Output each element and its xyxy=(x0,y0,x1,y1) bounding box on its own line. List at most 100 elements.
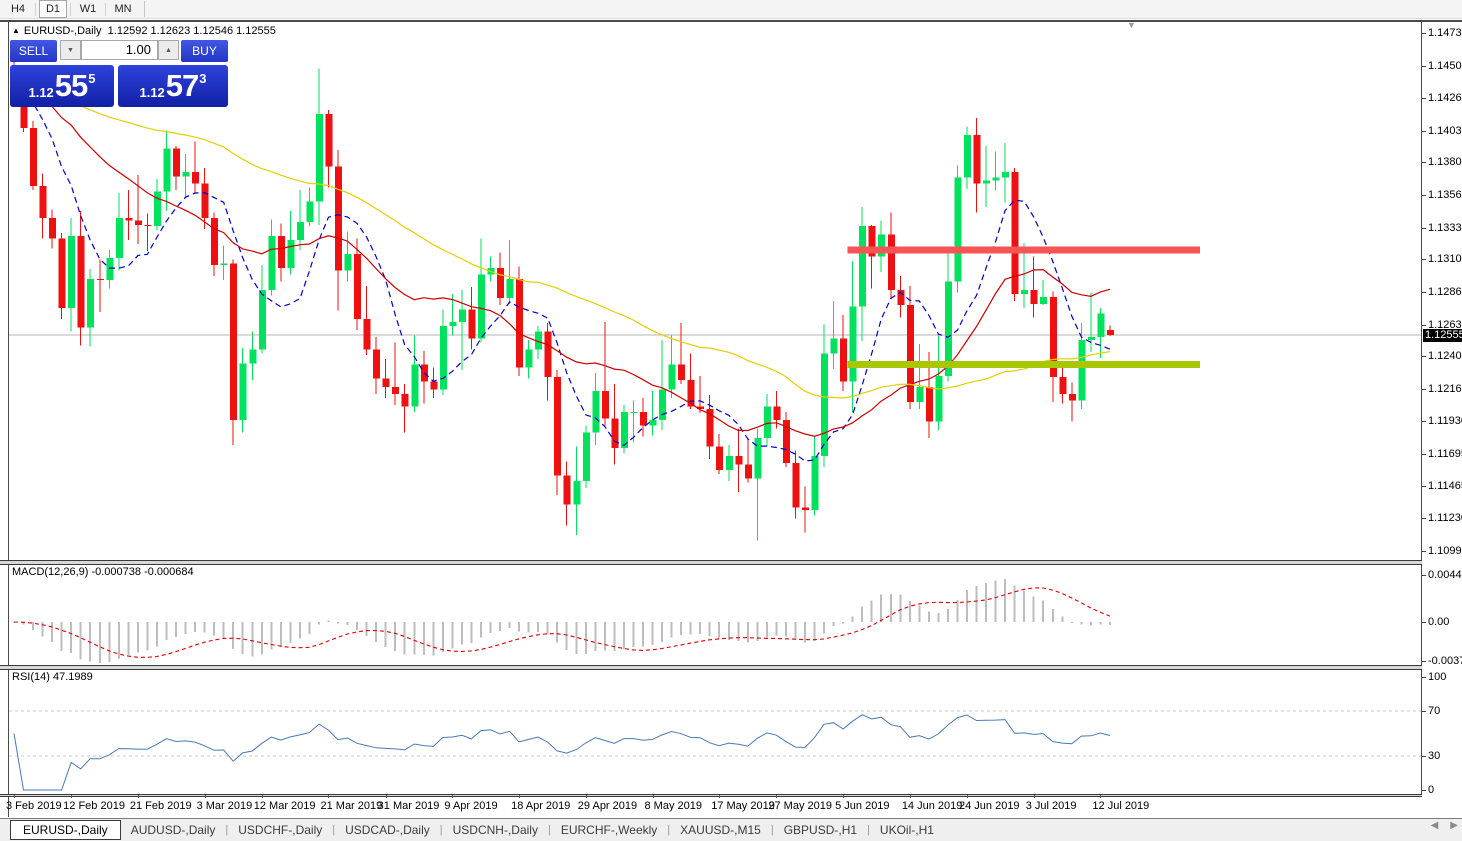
macd-histogram-bar xyxy=(956,600,958,622)
sell-price-display[interactable]: 1.12 55 5 xyxy=(10,65,114,107)
macd-histogram-bar xyxy=(890,594,892,622)
macd-histogram-bar xyxy=(642,622,644,646)
macd-histogram-bar xyxy=(1033,596,1035,622)
macd-histogram-bar xyxy=(1061,617,1063,622)
candle-body xyxy=(974,135,981,183)
volume-decrease-button[interactable]: ▼ xyxy=(60,40,81,60)
macd-histogram-bar xyxy=(204,622,206,632)
price-tick-mark xyxy=(1422,356,1426,357)
volume-input[interactable]: 1.00 xyxy=(81,40,158,60)
tab-eurusd-daily[interactable]: EURUSD-,Daily xyxy=(10,820,121,840)
time-tick-mark xyxy=(328,795,329,798)
macd-histogram-bar xyxy=(575,622,577,654)
tab-scroll-right-icon[interactable]: ▶ xyxy=(1450,820,1458,831)
candle-body xyxy=(306,201,313,222)
macd-histogram-bar xyxy=(413,622,415,654)
candle-body xyxy=(907,305,914,402)
time-tick-label: 3 Jul 2019 xyxy=(1026,800,1077,812)
macd-histogram-bar xyxy=(775,622,777,636)
candle-body xyxy=(611,419,618,448)
macd-histogram-bar xyxy=(80,622,82,660)
candle-body xyxy=(202,183,209,218)
macd-histogram-bar xyxy=(213,622,215,636)
buy-button[interactable]: BUY xyxy=(181,40,228,62)
sell-price-pip: 5 xyxy=(88,71,95,86)
tab-ukoil-h1[interactable]: UKOil-,H1 xyxy=(870,821,944,839)
price-tick-mark xyxy=(1422,131,1426,132)
candle-body xyxy=(659,390,666,420)
candle-body xyxy=(97,279,104,280)
price-tick-mark xyxy=(1422,259,1426,260)
candle-body xyxy=(602,391,609,419)
candle-body xyxy=(183,172,190,176)
buy-price-display[interactable]: 1.12 57 3 xyxy=(118,65,228,107)
candle-body xyxy=(325,114,332,167)
chart-tab-bar: EURUSD-,DailyAUDUSD-,Daily|USDCHF-,Daily… xyxy=(0,818,1462,841)
macd-histogram-bar xyxy=(709,622,711,636)
tab-xauusd-m15[interactable]: XAUUSD-,M15 xyxy=(670,821,771,839)
buy-price-prefix: 1.12 xyxy=(139,85,164,100)
candle-body xyxy=(726,456,733,470)
time-tick-label: 14 Jun 2019 xyxy=(902,800,963,812)
sell-price-big: 55 xyxy=(55,68,87,104)
candle-body xyxy=(507,279,514,298)
time-tick-mark xyxy=(386,795,387,798)
tab-usdcad-daily[interactable]: USDCAD-,Daily xyxy=(335,821,440,839)
macd-histogram-bar xyxy=(690,622,692,635)
macd-histogram-bar xyxy=(404,622,406,655)
candle-body xyxy=(383,379,390,387)
tab-gbpusd-h1[interactable]: GBPUSD-,H1 xyxy=(774,821,867,839)
candle-body xyxy=(268,236,275,290)
macd-histogram-bar xyxy=(852,616,854,622)
candle-body xyxy=(812,456,819,510)
candle-body xyxy=(840,338,847,381)
macd-histogram-bar xyxy=(232,622,234,649)
tab-eurchf-weekly[interactable]: EURCHF-,Weekly xyxy=(551,821,667,839)
collapse-icon[interactable]: ▲ xyxy=(12,26,20,35)
macd-histogram-bar xyxy=(499,622,501,631)
tab-usdcnh-daily[interactable]: USDCNH-,Daily xyxy=(443,821,548,839)
price-tick-mark xyxy=(1422,228,1426,229)
macd-histogram-bar xyxy=(470,622,472,643)
candle-body xyxy=(40,186,47,218)
macd-histogram-bar xyxy=(509,622,511,628)
macd-histogram-bar xyxy=(242,622,244,654)
volume-increase-button[interactable]: ▲ xyxy=(158,40,179,60)
macd-histogram-bar xyxy=(918,605,920,622)
macd-histogram-bar xyxy=(442,622,444,652)
macd-histogram-bar xyxy=(528,622,530,632)
macd-histogram-bar xyxy=(623,622,625,649)
candle-body xyxy=(106,258,113,280)
macd-histogram-bar xyxy=(947,609,949,622)
candle-body xyxy=(564,476,571,505)
price-tick-label: 1.11695 xyxy=(1428,448,1462,460)
tab-audusd-daily[interactable]: AUDUSD-,Daily xyxy=(121,821,226,839)
macd-histogram-bar xyxy=(61,622,63,651)
sell-button[interactable]: SELL xyxy=(10,40,57,62)
candle-body xyxy=(125,218,132,221)
price-tick-label: 1.11930 xyxy=(1428,415,1462,427)
price-tick-label: 1.11230 xyxy=(1428,512,1462,524)
price-tick-mark xyxy=(1422,162,1426,163)
macd-histogram-bar xyxy=(32,622,34,630)
candle-body xyxy=(468,309,475,338)
tab-usdchf-daily[interactable]: USDCHF-,Daily xyxy=(228,821,332,839)
chart-shift-marker-icon[interactable]: ▼ xyxy=(1127,20,1136,30)
candle-body xyxy=(287,240,294,268)
macd-histogram-bar xyxy=(547,622,549,635)
candle-body xyxy=(163,149,170,192)
time-tick-label: 9 Apr 2019 xyxy=(444,800,497,812)
rsi-indicator-label: RSI(14) 47.1989 xyxy=(12,671,93,683)
time-tick-mark xyxy=(205,795,206,798)
time-tick-label: 27 May 2019 xyxy=(768,800,832,812)
candle-body xyxy=(1078,340,1085,401)
macd-histogram-bar xyxy=(289,622,291,643)
time-tick-label: 3 Mar 2019 xyxy=(197,800,253,812)
time-tick-mark xyxy=(967,795,968,798)
macd-histogram-bar xyxy=(699,622,701,634)
candle-body xyxy=(516,279,523,368)
candle-body xyxy=(402,394,409,406)
chart-canvas[interactable] xyxy=(0,0,1462,841)
macd-histogram-bar xyxy=(251,622,253,656)
tab-scroll-left-icon[interactable]: ◀ xyxy=(1431,820,1439,831)
